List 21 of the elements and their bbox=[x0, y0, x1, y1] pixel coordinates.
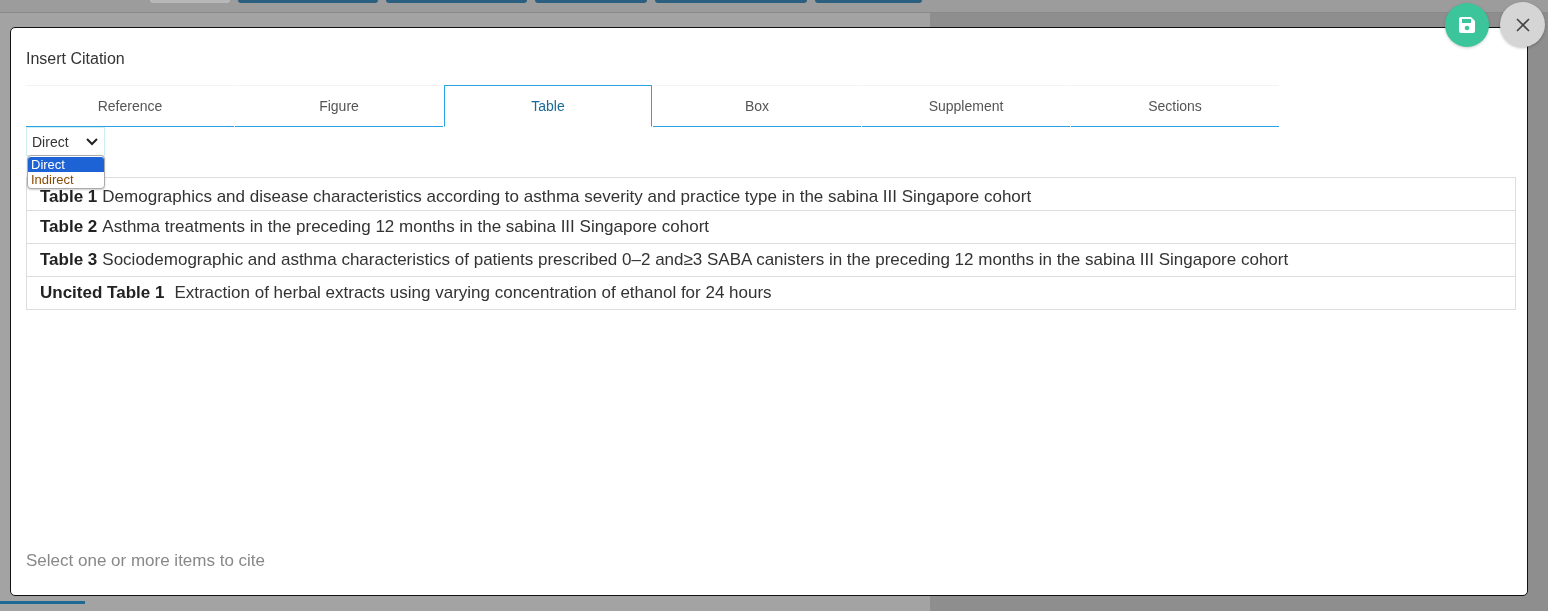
hint-text: Select one or more items to cite bbox=[26, 551, 267, 571]
item-label: Table 2 bbox=[40, 217, 98, 237]
item-caption: Asthma treatments in the preceding 12 months in the sabina III Singapore cohort bbox=[102, 217, 709, 237]
dropdown-option[interactable]: Indirect bbox=[28, 172, 104, 187]
dropdown-option[interactable]: Direct bbox=[28, 157, 104, 172]
item-label: Uncited Table 1 bbox=[40, 283, 165, 303]
tab[interactable]: Table bbox=[444, 85, 652, 127]
dialog-title: Insert Citation bbox=[26, 50, 126, 68]
item-label: Table 1 bbox=[40, 187, 98, 207]
tab[interactable]: Sections bbox=[1071, 85, 1279, 127]
tab[interactable]: Box bbox=[653, 85, 861, 127]
chevron-down-icon bbox=[86, 137, 98, 146]
close-icon bbox=[1515, 17, 1530, 32]
citation-type-dropdown[interactable]: Direct bbox=[26, 127, 105, 156]
item-caption: Demographics and disease characteristics according to asthma severity and practice type in the sabina III Singapore cohort bbox=[102, 187, 1032, 207]
item-caption: Extraction of herbal extracts using varying concentration of ethanol for 24 hours bbox=[174, 283, 772, 303]
item-caption: Sociodemographic and asthma characteristics of patients prescribed 0–2 and≥3 SABA canisters in the preceding 12 months in the sabina III Singapore cohort bbox=[102, 250, 1289, 270]
item-label: Table 3 bbox=[40, 250, 98, 270]
tab[interactable]: Figure bbox=[235, 85, 443, 127]
tab[interactable]: Supplement bbox=[862, 85, 1070, 127]
tab[interactable]: Reference bbox=[26, 85, 234, 127]
